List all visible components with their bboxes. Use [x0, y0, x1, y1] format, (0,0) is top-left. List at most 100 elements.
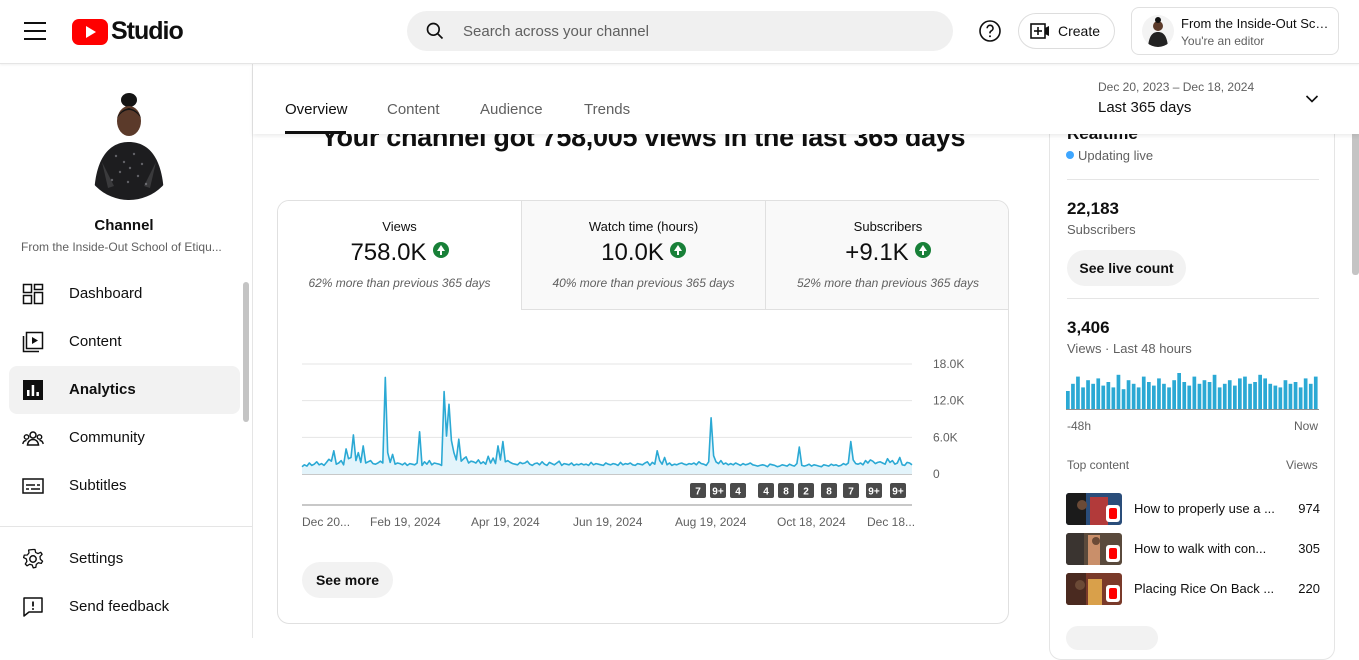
realtime-bar — [1101, 385, 1106, 409]
realtime-bar — [1182, 382, 1187, 409]
menu-icon[interactable] — [24, 22, 46, 40]
active-tab-indicator — [285, 131, 346, 134]
x-tick-label: Dec 18... — [867, 515, 915, 529]
dashboard-icon — [22, 283, 44, 305]
realtime-bar — [1157, 378, 1161, 409]
sidebar-item-label: Analytics — [69, 381, 136, 398]
studio-logo[interactable]: Studio — [72, 17, 184, 46]
metric-value: 10.0K — [522, 239, 765, 267]
top-content-item[interactable]: Placing Rice On Back ... 220 — [1066, 573, 1320, 605]
see-more-button[interactable]: See more — [302, 562, 393, 598]
realtime-bar — [1258, 374, 1262, 409]
realtime-bar — [1288, 383, 1293, 409]
trend-up-icon — [914, 242, 931, 258]
channel-avatar[interactable] — [82, 90, 176, 200]
svg-text:9+: 9+ — [712, 487, 724, 498]
realtime-bar — [1243, 376, 1247, 409]
chart-marker: 2 — [798, 483, 814, 498]
community-icon — [22, 431, 44, 446]
realtime-bar — [1111, 387, 1116, 409]
realtime-bar — [1187, 385, 1192, 409]
metric-subscribers-tab[interactable]: Subscribers +9.1K 52% more than previous… — [766, 201, 1008, 310]
see-more-realtime-button[interactable] — [1066, 626, 1158, 650]
realtime-bar — [1268, 383, 1273, 409]
video-thumbnail — [1066, 493, 1122, 525]
metric-comparison: 40% more than previous 365 days — [552, 276, 735, 290]
realtime-bar — [1172, 380, 1176, 409]
views-chart: 18.0K 12.0K 6.0K 0 7 9+ 4 4 8 2 8 7 9+ 9+ Dec 20... F… — [301, 357, 964, 529]
metric-value: +9.1K — [766, 239, 1008, 267]
chart-marker: 7 — [690, 483, 706, 498]
metric-views-tab[interactable]: Views 758.0K 62% more than previous 365 … — [278, 201, 522, 310]
see-live-count-button[interactable]: See live count — [1067, 250, 1186, 286]
sidebar-scrollbar[interactable] — [243, 282, 249, 422]
date-range[interactable]: Dec 20, 2023 – Dec 18, 2024 — [1098, 80, 1254, 94]
realtime-bar — [1263, 378, 1267, 409]
realtime-bar — [1308, 383, 1313, 409]
sidebar-item-community[interactable]: Community — [9, 414, 240, 462]
realtime-bar — [1141, 376, 1146, 409]
svg-text:7: 7 — [695, 487, 701, 498]
top-content-title: How to walk with con... — [1134, 541, 1267, 556]
help-icon[interactable] — [978, 19, 1002, 43]
realtime-bar — [1212, 374, 1217, 409]
chart-marker: 9+ — [710, 483, 726, 498]
realtime-bar — [1066, 391, 1070, 409]
svg-text:4: 4 — [763, 487, 769, 498]
realtime-bar — [1076, 376, 1080, 409]
tab-audience[interactable]: Audience — [480, 101, 543, 118]
top-content-item[interactable]: How to properly use a ... 974 — [1066, 493, 1320, 525]
date-period[interactable]: Last 365 days — [1098, 99, 1191, 116]
y-tick-label: 0 — [933, 467, 940, 481]
sidebar-item-content[interactable]: Content — [9, 318, 240, 366]
sidebar: Channel From the Inside-Out School of Et… — [0, 64, 253, 638]
subtitles-icon — [22, 478, 44, 494]
search-input[interactable] — [463, 11, 933, 51]
sidebar-item-settings[interactable]: Settings — [9, 535, 240, 583]
sidebar-item-analytics[interactable]: Analytics — [9, 366, 240, 414]
realtime-bar — [1086, 380, 1090, 409]
metric-watch-time-tab[interactable]: Watch time (hours) 10.0K 40% more than p… — [522, 201, 766, 310]
sidebar-item-dashboard[interactable]: Dashboard — [9, 270, 240, 318]
youtube-logo-icon — [72, 18, 108, 45]
realtime-bar — [1278, 387, 1283, 409]
account-name: From the Inside-Out Sch... — [1181, 16, 1331, 31]
tab-content[interactable]: Content — [387, 101, 440, 118]
sidebar-item-send-feedback[interactable]: Send feedback — [9, 583, 240, 631]
x-tick-label: Feb 19, 2024 — [370, 515, 441, 529]
realtime-bar — [1283, 380, 1288, 409]
chart-marker: 9+ — [866, 483, 882, 498]
trend-up-icon — [432, 242, 449, 258]
realtime-bar — [1248, 383, 1252, 409]
top-content-item[interactable]: How to walk with con... 305 — [1066, 533, 1320, 565]
realtime-bar — [1313, 376, 1318, 409]
svg-text:2: 2 — [803, 487, 809, 498]
metric-label: Subscribers — [853, 219, 923, 234]
top-content-views: 974 — [1298, 501, 1320, 516]
tab-trends[interactable]: Trends — [584, 101, 630, 118]
top-content-title: How to properly use a ... — [1134, 501, 1275, 516]
chevron-down-icon[interactable] — [1305, 92, 1319, 106]
chart-marker: 8 — [778, 483, 794, 498]
y-tick-label: 12.0K — [933, 394, 964, 408]
sidebar-item-subtitles[interactable]: Subtitles — [9, 462, 240, 510]
realtime-bar — [1273, 385, 1278, 409]
metric-comparison: 62% more than previous 365 days — [308, 276, 491, 290]
create-video-icon — [1030, 23, 1049, 39]
tab-overview[interactable]: Overview — [285, 101, 348, 118]
realtime-bar — [1126, 380, 1131, 409]
create-label: Create — [1058, 23, 1101, 39]
realtime-bar — [1202, 380, 1207, 409]
account-switcher[interactable]: From the Inside-Out Sch... You're an edi… — [1131, 7, 1339, 55]
realtime-bar — [1081, 387, 1085, 409]
sidebar-item-label: Send feedback — [69, 598, 170, 615]
search-icon — [426, 22, 444, 40]
create-button[interactable]: Create — [1018, 13, 1115, 49]
realtime-bar — [1152, 385, 1156, 409]
sidebar-divider — [0, 526, 252, 527]
channel-name: From the Inside-Out School of Etiqu... — [21, 240, 222, 254]
realtime-bar — [1293, 382, 1298, 409]
search-bar — [407, 11, 953, 51]
realtime-bar — [1207, 382, 1212, 409]
realtime-bar — [1167, 387, 1171, 409]
